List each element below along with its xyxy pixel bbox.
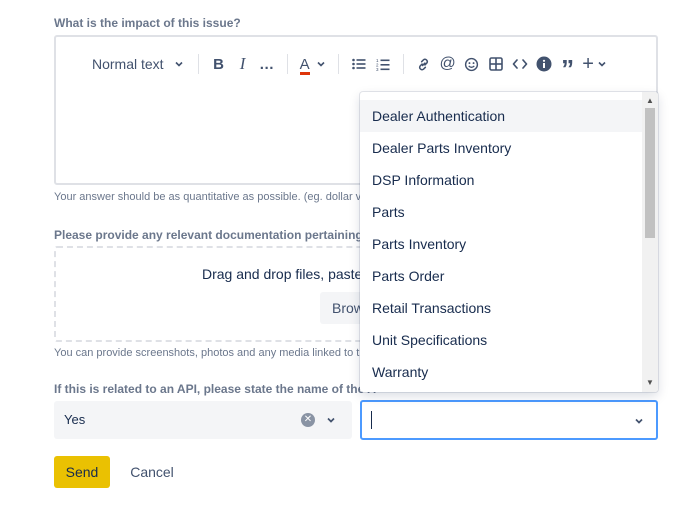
api-options-menu: Dealer Authentication Dealer Parts Inven…: [360, 92, 658, 392]
code-button[interactable]: [508, 51, 532, 77]
numbered-list-button[interactable]: 123: [371, 51, 395, 77]
menu-option[interactable]: Dealer Parts Inventory: [360, 132, 642, 164]
bold-button[interactable]: B: [207, 51, 231, 77]
plus-icon: +: [582, 52, 594, 75]
table-button[interactable]: [484, 51, 508, 77]
insert-more-button[interactable]: +: [580, 51, 610, 77]
dropzone-text: Drag and drop files, paste: [202, 266, 363, 282]
send-button[interactable]: Send: [54, 456, 110, 488]
bullet-list-button[interactable]: [347, 51, 371, 77]
menu-option[interactable]: Warranty: [360, 356, 642, 388]
menu-option[interactable]: Unit Specifications: [360, 324, 642, 356]
italic-button[interactable]: I: [231, 51, 255, 77]
menu-option[interactable]: Parts Inventory: [360, 228, 642, 260]
bullet-list-icon: [351, 58, 366, 70]
emoji-button[interactable]: [460, 51, 484, 77]
link-icon: [419, 58, 429, 70]
chevron-down-icon: [174, 56, 184, 72]
menu-option[interactable]: Parts: [360, 196, 642, 228]
chevron-down-icon: [317, 61, 325, 67]
quote-button[interactable]: ”: [556, 51, 580, 84]
menu-scrollbar[interactable]: ▲ ▼: [642, 92, 658, 392]
link-button[interactable]: [412, 51, 436, 77]
api-related-value: Yes: [64, 412, 86, 427]
menu-option[interactable]: Retail Transactions: [360, 292, 642, 324]
clear-icon[interactable]: ✕: [301, 413, 315, 427]
editor-toolbar: Normal text B I … A 123 @ ” +: [86, 51, 610, 84]
more-formatting-button[interactable]: …: [255, 51, 279, 77]
toolbar-divider: [402, 54, 404, 74]
toolbar-divider: [286, 54, 288, 74]
toolbar-divider: [337, 54, 339, 74]
quote-icon: ”: [561, 53, 575, 84]
chevron-down-icon: [598, 61, 606, 67]
api-label: If this is related to an API, please sta…: [54, 382, 376, 396]
scrollbar-thumb[interactable]: [645, 108, 655, 238]
emoji-icon: [464, 57, 479, 71]
text-color-icon: A: [299, 55, 310, 73]
text-cursor: [371, 411, 372, 429]
mention-button[interactable]: @: [436, 51, 460, 77]
scroll-up-arrow-icon[interactable]: ▲: [642, 94, 658, 108]
impact-label: What is the impact of this issue?: [54, 16, 241, 30]
documentation-help-text: You can provide screenshots, photos and …: [54, 347, 360, 359]
chevron-down-icon[interactable]: [634, 411, 644, 434]
info-icon: [536, 56, 552, 72]
documentation-label: Please provide any relevant documentatio…: [54, 228, 378, 242]
text-style-label: Normal text: [92, 56, 164, 72]
menu-option[interactable]: DSP Information: [360, 164, 642, 196]
scroll-down-arrow-icon[interactable]: ▼: [642, 376, 658, 390]
api-related-select[interactable]: Yes ✕: [54, 401, 352, 439]
chevron-down-icon[interactable]: [326, 410, 336, 433]
code-icon: [512, 59, 527, 69]
at-icon: @: [439, 55, 456, 72]
options-list: Dealer Authentication Dealer Parts Inven…: [360, 92, 642, 388]
info-panel-button[interactable]: [532, 51, 556, 77]
table-icon: [488, 57, 503, 71]
numbered-list-icon: 123: [376, 58, 390, 71]
api-name-select[interactable]: [360, 400, 658, 440]
toolbar-divider: [197, 54, 199, 74]
cancel-button[interactable]: Cancel: [120, 456, 184, 488]
text-color-button[interactable]: A: [296, 51, 330, 77]
menu-option[interactable]: Dealer Authentication: [360, 100, 642, 132]
menu-option[interactable]: Parts Order: [360, 260, 642, 292]
text-style-dropdown[interactable]: Normal text: [86, 51, 190, 77]
impact-help-text: Your answer should be as quantitative as…: [54, 191, 362, 203]
svg-text:3: 3: [376, 67, 379, 71]
